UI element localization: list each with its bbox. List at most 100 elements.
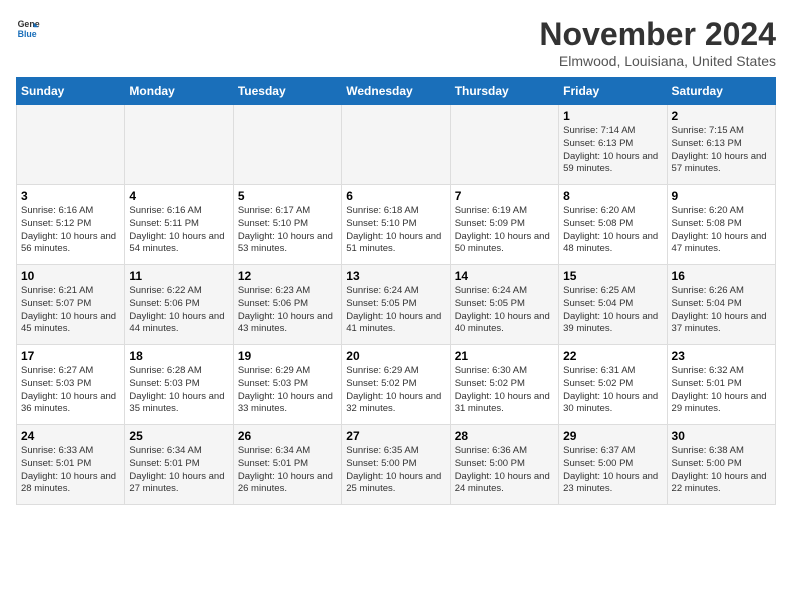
weekday-header-friday: Friday (559, 78, 667, 105)
day-number: 15 (563, 269, 662, 283)
day-details: Sunrise: 6:31 AM Sunset: 5:02 PM Dayligh… (563, 365, 662, 416)
day-number: 8 (563, 189, 662, 203)
day-details: Sunrise: 6:19 AM Sunset: 5:09 PM Dayligh… (455, 205, 554, 256)
day-details: Sunrise: 6:30 AM Sunset: 5:02 PM Dayligh… (455, 365, 554, 416)
day-number: 18 (129, 349, 228, 363)
day-number: 27 (346, 429, 445, 443)
day-number: 2 (672, 109, 771, 123)
day-details: Sunrise: 6:24 AM Sunset: 5:05 PM Dayligh… (455, 285, 554, 336)
day-number: 23 (672, 349, 771, 363)
day-number: 10 (21, 269, 120, 283)
day-number: 11 (129, 269, 228, 283)
calendar-cell: 6 Sunrise: 6:18 AM Sunset: 5:10 PM Daylig… (342, 185, 450, 265)
day-details: Sunrise: 6:20 AM Sunset: 5:08 PM Dayligh… (672, 205, 771, 256)
calendar-cell (233, 105, 341, 185)
calendar-cell (450, 105, 558, 185)
calendar-cell: 1 Sunrise: 7:14 AM Sunset: 6:13 PM Daylig… (559, 105, 667, 185)
day-details: Sunrise: 6:34 AM Sunset: 5:01 PM Dayligh… (129, 445, 228, 496)
calendar-cell: 14 Sunrise: 6:24 AM Sunset: 5:05 PM Dayli… (450, 265, 558, 345)
day-number: 19 (238, 349, 337, 363)
calendar-cell: 29Sunrise: 6:37 AM Sunset: 5:00 PM Dayli… (559, 425, 667, 505)
day-details: Sunrise: 7:14 AM Sunset: 6:13 PM Dayligh… (563, 125, 662, 176)
calendar-cell: 12 Sunrise: 6:23 AM Sunset: 5:06 PM Dayli… (233, 265, 341, 345)
calendar-cell: 9Sunrise: 6:20 AM Sunset: 5:08 PM Daylig… (667, 185, 775, 265)
day-details: Sunrise: 6:38 AM Sunset: 5:00 PM Dayligh… (672, 445, 771, 496)
calendar-cell: 18 Sunrise: 6:28 AM Sunset: 5:03 PM Dayli… (125, 345, 233, 425)
calendar-cell: 25Sunrise: 6:34 AM Sunset: 5:01 PM Dayli… (125, 425, 233, 505)
day-details: Sunrise: 6:34 AM Sunset: 5:01 PM Dayligh… (238, 445, 337, 496)
day-details: Sunrise: 6:27 AM Sunset: 5:03 PM Dayligh… (21, 365, 120, 416)
weekday-header-thursday: Thursday (450, 78, 558, 105)
day-number: 28 (455, 429, 554, 443)
calendar-cell: 2 Sunrise: 7:15 AM Sunset: 6:13 PM Daylig… (667, 105, 775, 185)
day-details: Sunrise: 6:29 AM Sunset: 5:03 PM Dayligh… (238, 365, 337, 416)
calendar-cell: 26 Sunrise: 6:34 AM Sunset: 5:01 PM Dayli… (233, 425, 341, 505)
day-details: Sunrise: 6:17 AM Sunset: 5:10 PM Dayligh… (238, 205, 337, 256)
day-number: 20 (346, 349, 445, 363)
calendar-cell: 13 Sunrise: 6:24 AM Sunset: 5:05 PM Dayli… (342, 265, 450, 345)
day-details: Sunrise: 6:18 AM Sunset: 5:10 PM Dayligh… (346, 205, 445, 256)
day-details: Sunrise: 7:15 AM Sunset: 6:13 PM Dayligh… (672, 125, 771, 176)
day-number: 24 (21, 429, 120, 443)
calendar-cell: 22 Sunrise: 6:31 AM Sunset: 5:02 PM Dayli… (559, 345, 667, 425)
day-number: 29 (563, 429, 662, 443)
day-number: 14 (455, 269, 554, 283)
day-number: 1 (563, 109, 662, 123)
weekday-header-sunday: Sunday (17, 78, 125, 105)
day-details: Sunrise: 6:21 AM Sunset: 5:07 PM Dayligh… (21, 285, 120, 336)
day-details: Sunrise: 6:33 AM Sunset: 5:01 PM Dayligh… (21, 445, 120, 496)
day-details: Sunrise: 6:36 AM Sunset: 5:00 PM Dayligh… (455, 445, 554, 496)
day-details: Sunrise: 6:24 AM Sunset: 5:05 PM Dayligh… (346, 285, 445, 336)
calendar-cell: 15 Sunrise: 6:25 AM Sunset: 5:04 PM Dayli… (559, 265, 667, 345)
calendar-cell: 28 Sunrise: 6:36 AM Sunset: 5:00 PM Dayli… (450, 425, 558, 505)
day-details: Sunrise: 6:16 AM Sunset: 5:12 PM Dayligh… (21, 205, 120, 256)
calendar-cell: 11Sunrise: 6:22 AM Sunset: 5:06 PM Dayli… (125, 265, 233, 345)
day-details: Sunrise: 6:20 AM Sunset: 5:08 PM Dayligh… (563, 205, 662, 256)
calendar-cell: 30 Sunrise: 6:38 AM Sunset: 5:00 PM Dayli… (667, 425, 775, 505)
calendar-table: SundayMondayTuesdayWednesdayThursdayFrid… (16, 77, 776, 505)
day-details: Sunrise: 6:28 AM Sunset: 5:03 PM Dayligh… (129, 365, 228, 416)
calendar-week-row: 24 Sunrise: 6:33 AM Sunset: 5:01 PM Dayli… (17, 425, 776, 505)
calendar-cell: 19 Sunrise: 6:29 AM Sunset: 5:03 PM Dayli… (233, 345, 341, 425)
calendar-week-row: 3 Sunrise: 6:16 AM Sunset: 5:12 PM Daylig… (17, 185, 776, 265)
calendar-cell: 20 Sunrise: 6:29 AM Sunset: 5:02 PM Dayli… (342, 345, 450, 425)
day-number: 13 (346, 269, 445, 283)
day-number: 6 (346, 189, 445, 203)
day-number: 5 (238, 189, 337, 203)
calendar-cell: 16Sunrise: 6:26 AM Sunset: 5:04 PM Dayli… (667, 265, 775, 345)
day-details: Sunrise: 6:29 AM Sunset: 5:02 PM Dayligh… (346, 365, 445, 416)
logo: General Blue (16, 16, 40, 40)
calendar-cell: 10 Sunrise: 6:21 AM Sunset: 5:07 PM Dayli… (17, 265, 125, 345)
day-details: Sunrise: 6:26 AM Sunset: 5:04 PM Dayligh… (672, 285, 771, 336)
calendar-cell: 17Sunrise: 6:27 AM Sunset: 5:03 PM Dayli… (17, 345, 125, 425)
weekday-header-saturday: Saturday (667, 78, 775, 105)
day-number: 22 (563, 349, 662, 363)
day-number: 12 (238, 269, 337, 283)
weekday-header-row: SundayMondayTuesdayWednesdayThursdayFrid… (17, 78, 776, 105)
svg-text:General: General (18, 19, 40, 29)
day-details: Sunrise: 6:35 AM Sunset: 5:00 PM Dayligh… (346, 445, 445, 496)
calendar-cell: 7 Sunrise: 6:19 AM Sunset: 5:09 PM Daylig… (450, 185, 558, 265)
logo-icon: General Blue (16, 16, 40, 40)
calendar-cell: 27 Sunrise: 6:35 AM Sunset: 5:00 PM Dayli… (342, 425, 450, 505)
day-details: Sunrise: 6:23 AM Sunset: 5:06 PM Dayligh… (238, 285, 337, 336)
day-number: 30 (672, 429, 771, 443)
day-number: 3 (21, 189, 120, 203)
calendar-cell: 23Sunrise: 6:32 AM Sunset: 5:01 PM Dayli… (667, 345, 775, 425)
weekday-header-wednesday: Wednesday (342, 78, 450, 105)
day-number: 4 (129, 189, 228, 203)
calendar-cell (17, 105, 125, 185)
weekday-header-monday: Monday (125, 78, 233, 105)
calendar-week-row: 1 Sunrise: 7:14 AM Sunset: 6:13 PM Daylig… (17, 105, 776, 185)
calendar-cell: 8 Sunrise: 6:20 AM Sunset: 5:08 PM Daylig… (559, 185, 667, 265)
day-number: 26 (238, 429, 337, 443)
weekday-header-tuesday: Tuesday (233, 78, 341, 105)
calendar-week-row: 10 Sunrise: 6:21 AM Sunset: 5:07 PM Dayli… (17, 265, 776, 345)
calendar-cell: 3 Sunrise: 6:16 AM Sunset: 5:12 PM Daylig… (17, 185, 125, 265)
day-details: Sunrise: 6:25 AM Sunset: 5:04 PM Dayligh… (563, 285, 662, 336)
day-details: Sunrise: 6:16 AM Sunset: 5:11 PM Dayligh… (129, 205, 228, 256)
header: General Blue November 2024 Elmwood, Loui… (16, 16, 776, 69)
location-subtitle: Elmwood, Louisiana, United States (539, 53, 776, 69)
title-area: November 2024 Elmwood, Louisiana, United… (539, 16, 776, 69)
day-number: 7 (455, 189, 554, 203)
